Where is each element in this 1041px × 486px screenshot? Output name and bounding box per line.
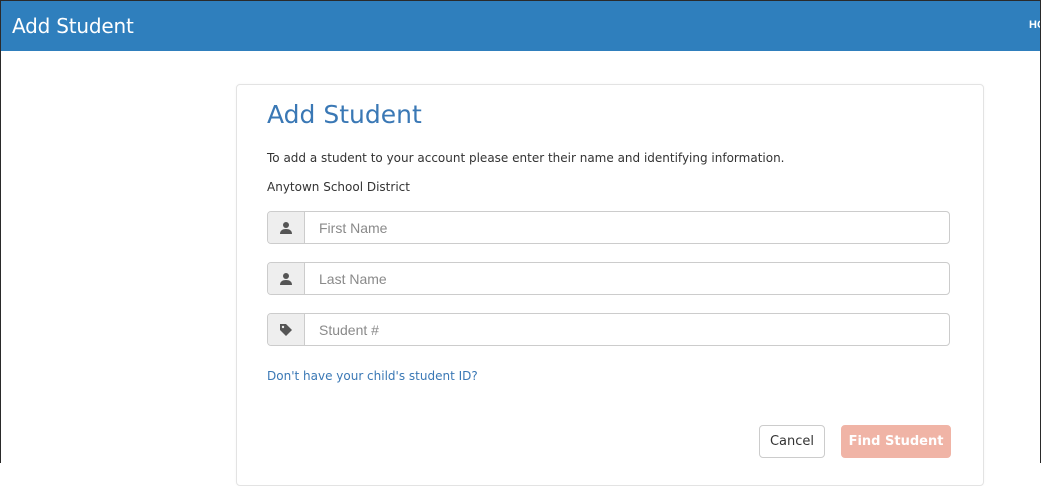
top-bar: Add Student HOME [1,1,1040,51]
first-name-addon [268,212,305,243]
user-icon [280,272,292,285]
first-name-input[interactable] [305,212,945,243]
last-name-addon [268,263,305,294]
page-title: Add Student [267,100,422,129]
missing-student-id-link[interactable]: Don't have your child's student ID? [267,369,478,383]
first-name-group [267,211,950,244]
add-student-card: Add Student To add a student to your acc… [236,84,984,486]
last-name-group [267,262,950,295]
district-name: Anytown School District [267,180,410,194]
student-number-input[interactable] [305,314,945,345]
student-number-addon [268,314,305,345]
user-icon [280,221,292,234]
cancel-button[interactable]: Cancel [759,425,825,458]
app-window: Add Student HOME Add Student To add a st… [0,0,1041,486]
app-title: Add Student [12,14,134,38]
last-name-input[interactable] [305,263,945,294]
student-number-group [267,313,950,346]
find-student-button[interactable]: Find Student [841,425,951,458]
home-link[interactable]: HOME [1029,19,1040,31]
tag-icon [280,323,292,336]
instructions-text: To add a student to your account please … [267,151,785,165]
